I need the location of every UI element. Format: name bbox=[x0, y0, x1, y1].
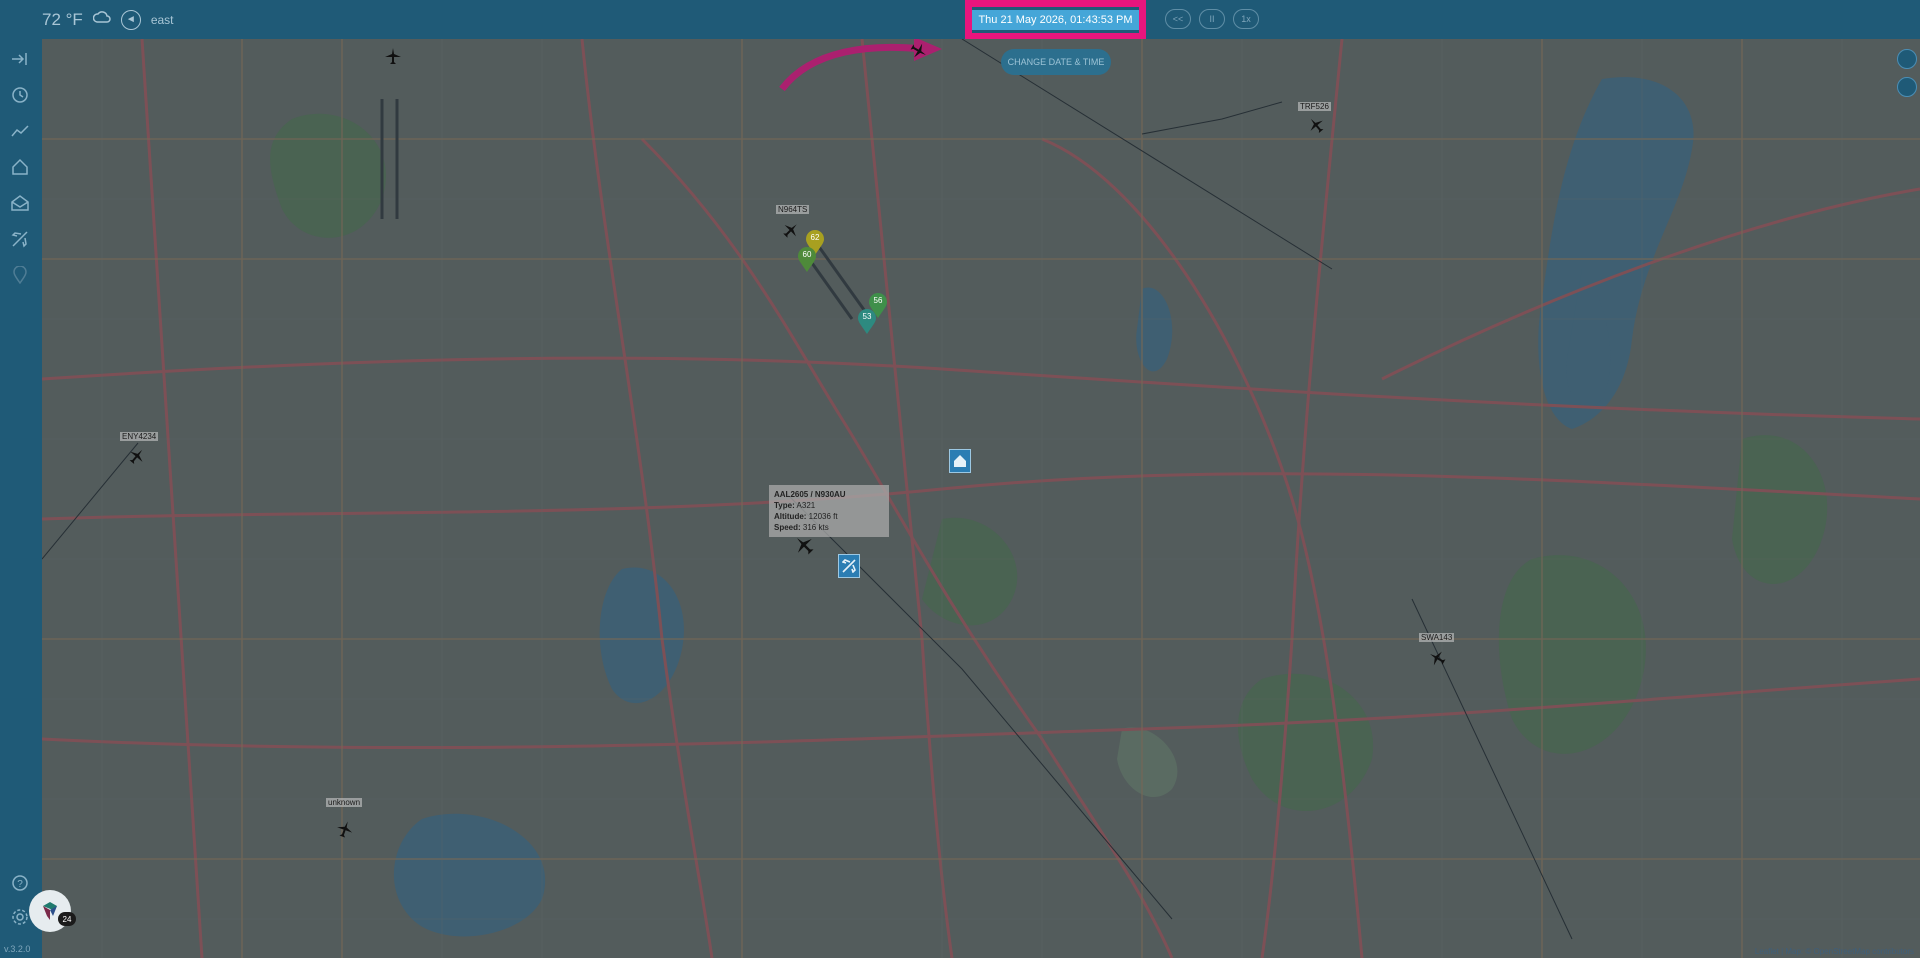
aircraft-label: SWA143 bbox=[1419, 633, 1455, 642]
expand-icon[interactable] bbox=[8, 47, 32, 71]
airport-marker[interactable] bbox=[838, 554, 860, 578]
aircraft-icon[interactable] bbox=[1428, 649, 1446, 667]
airplane-icon[interactable] bbox=[8, 227, 32, 251]
playback-controls: << II 1x bbox=[1165, 9, 1259, 29]
pin-number: 53 bbox=[862, 312, 872, 321]
aircraft-icon[interactable] bbox=[384, 47, 402, 65]
attribution-separator: | Map: © bbox=[1778, 947, 1814, 956]
map-view[interactable]: CHANGE DATE & TIME N964TS TRF526 ENY4234… bbox=[42, 39, 1920, 958]
cloud-icon bbox=[92, 10, 111, 29]
app-version: v.3.2.0 bbox=[4, 944, 31, 954]
pin-number: 56 bbox=[873, 296, 883, 305]
chart-icon[interactable] bbox=[8, 119, 32, 143]
map-pin[interactable]: 60 bbox=[797, 247, 817, 273]
speed-button[interactable]: 1x bbox=[1233, 9, 1259, 29]
weather-widget: 72 °F ◄ east bbox=[0, 9, 194, 30]
leaflet-link[interactable]: Leaflet bbox=[1755, 947, 1779, 956]
aircraft-label: N964TS bbox=[776, 205, 810, 214]
datetime-highlight: Thu 21 May 2026, 01:43:53 PM bbox=[965, 0, 1146, 40]
home-marker[interactable] bbox=[949, 449, 971, 473]
wind-arrow-icon bbox=[184, 9, 194, 30]
zoom-out-button[interactable] bbox=[1897, 77, 1917, 97]
aircraft-label: unknown bbox=[326, 798, 363, 807]
aircraft-icon[interactable] bbox=[910, 42, 928, 60]
aircraft-icon[interactable] bbox=[128, 447, 146, 465]
pause-button[interactable]: II bbox=[1199, 9, 1225, 29]
aircraft-icon[interactable] bbox=[336, 820, 354, 838]
location-pin-icon[interactable] bbox=[8, 263, 32, 287]
tooltip-type-label: Type: bbox=[774, 501, 795, 510]
notification-badge: 24 bbox=[58, 912, 76, 926]
tooltip-speed: 316 kts bbox=[802, 523, 829, 532]
pin-number: 62 bbox=[810, 233, 820, 242]
inbox-icon[interactable] bbox=[8, 191, 32, 215]
tooltip-speed-label: Speed: bbox=[774, 523, 801, 532]
zoom-in-button[interactable] bbox=[1897, 49, 1917, 69]
wind-direction-icon: ◄ bbox=[120, 9, 141, 30]
map-pin[interactable]: 53 bbox=[857, 309, 877, 335]
history-clock-icon[interactable] bbox=[8, 83, 32, 107]
svg-text:?: ? bbox=[17, 879, 23, 890]
aircraft-label: ENY4234 bbox=[120, 432, 159, 441]
current-datetime[interactable]: Thu 21 May 2026, 01:43:53 PM bbox=[972, 10, 1139, 30]
tooltip-altitude: 12036 ft bbox=[808, 512, 838, 521]
map-background bbox=[42, 39, 1920, 958]
help-icon[interactable]: ? bbox=[8, 871, 32, 895]
rewind-button[interactable]: << bbox=[1165, 9, 1191, 29]
map-attribution: Leaflet | Map: © OpenStreetMap contribut… bbox=[1755, 947, 1914, 956]
sidebar: ? v.3.2.0 bbox=[0, 39, 42, 958]
tooltip-type: A321 bbox=[796, 501, 816, 510]
wind-direction: east bbox=[150, 12, 174, 27]
tooltip-title: AAL2605 / N930AU bbox=[774, 490, 846, 499]
aircraft-label: TRF526 bbox=[1298, 102, 1331, 111]
tooltip-altitude-label: Altitude: bbox=[774, 512, 807, 521]
temperature: 72 °F bbox=[42, 9, 83, 29]
aircraft-tooltip: AAL2605 / N930AU Type: A321 Altitude: 12… bbox=[769, 485, 889, 537]
top-bar: 72 °F ◄ east << II 1x bbox=[0, 0, 1920, 39]
osm-link[interactable]: OpenStreetMap contributors bbox=[1814, 947, 1915, 956]
aircraft-icon[interactable] bbox=[782, 221, 800, 239]
home-icon[interactable] bbox=[8, 155, 32, 179]
aircraft-icon[interactable] bbox=[1307, 116, 1325, 134]
change-datetime-button[interactable]: CHANGE DATE & TIME bbox=[1001, 49, 1111, 75]
pin-number: 60 bbox=[802, 250, 812, 259]
selected-aircraft-icon[interactable] bbox=[793, 534, 815, 556]
